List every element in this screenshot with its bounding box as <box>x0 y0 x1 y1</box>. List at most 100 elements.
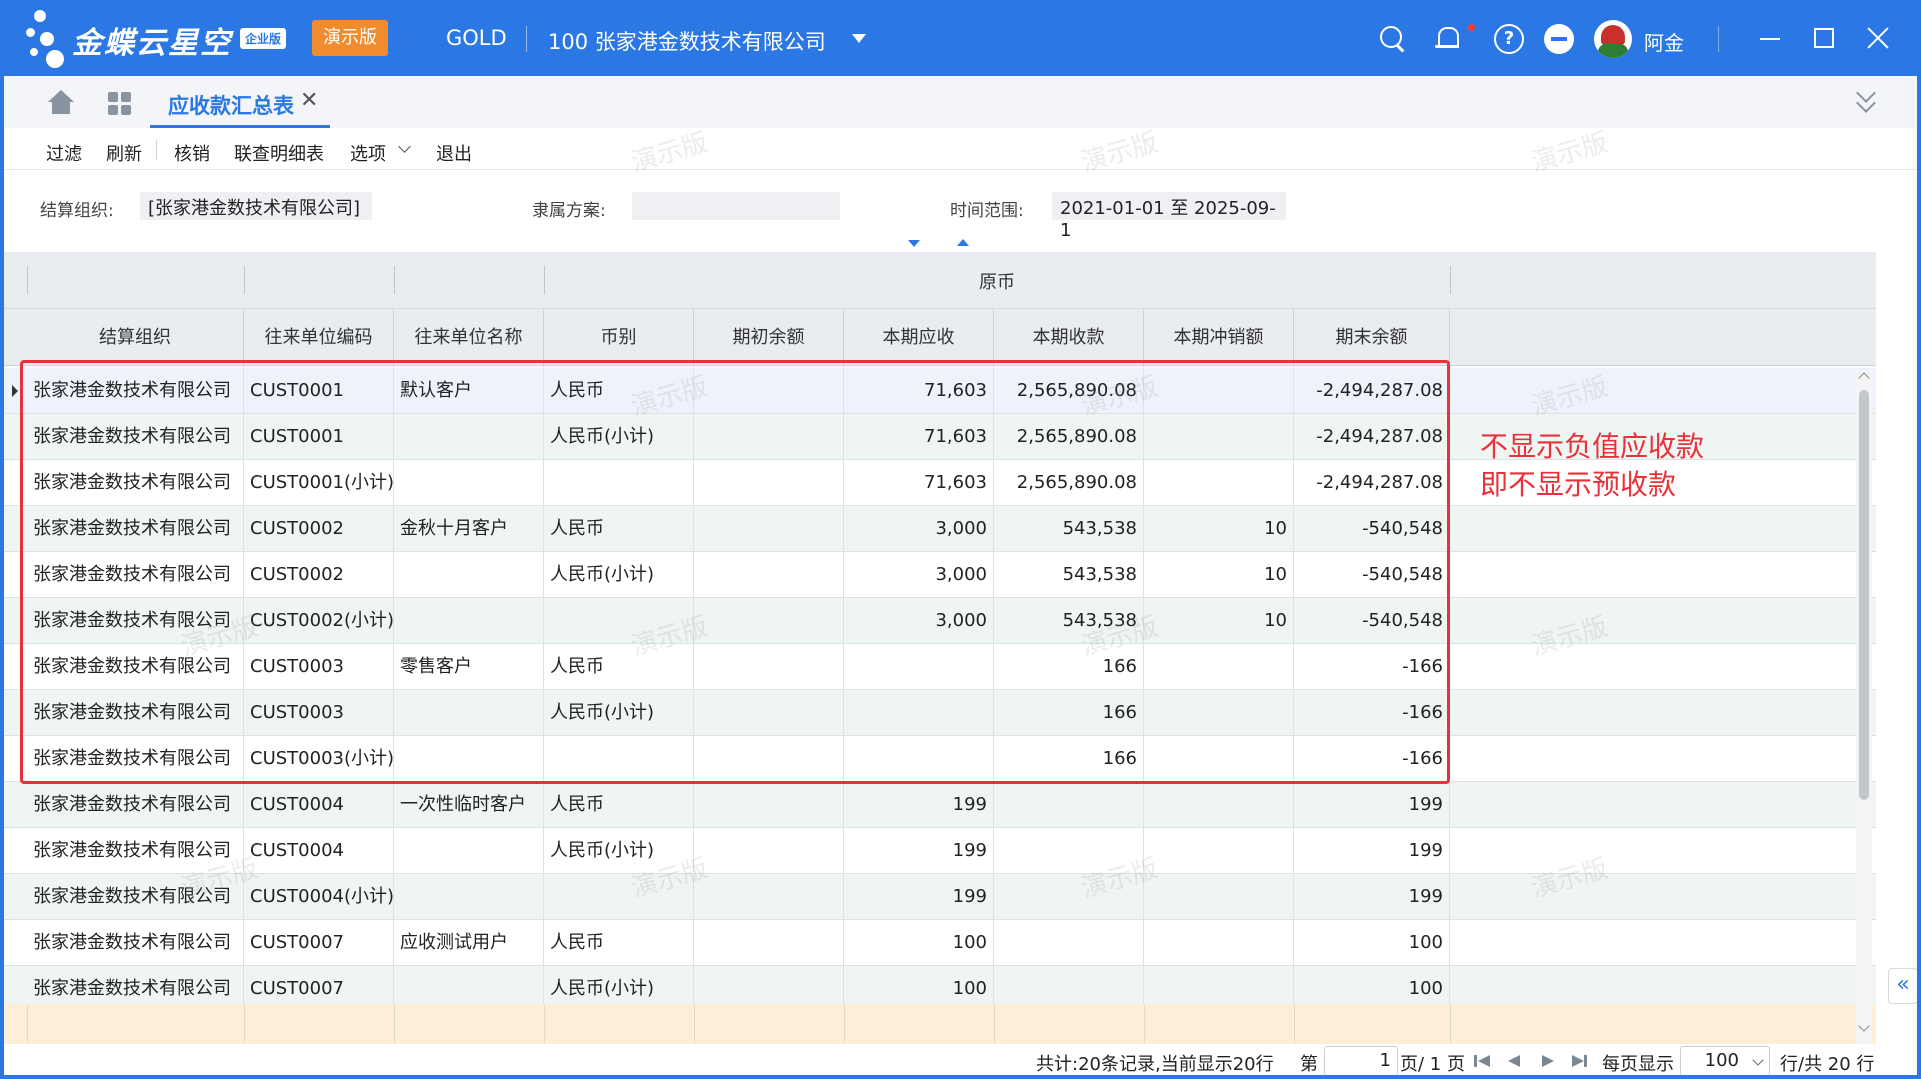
table-cell[interactable] <box>1144 736 1294 782</box>
table-cell[interactable] <box>1144 644 1294 690</box>
table-row[interactable]: 张家港金数技术有限公司 CUST0002 人民币(小计) 3,000 543,538 10… <box>4 552 1876 598</box>
table-cell[interactable]: 零售客户 <box>394 644 544 690</box>
table-cell[interactable]: CUST0003 <box>244 690 394 736</box>
table-cell[interactable]: 金秋十月客户 <box>394 506 544 552</box>
exit-button[interactable]: 退出 <box>436 140 472 166</box>
table-cell[interactable] <box>1144 414 1294 460</box>
table-cell[interactable] <box>694 460 844 506</box>
table-cell[interactable] <box>1144 874 1294 920</box>
table-cell[interactable] <box>394 552 544 598</box>
table-cell[interactable]: 100 <box>844 920 994 966</box>
detail-report-button[interactable]: 联查明细表 <box>234 140 324 166</box>
side-panel-toggle-icon[interactable]: « <box>1888 968 1918 1004</box>
table-cell[interactable] <box>694 874 844 920</box>
table-cell[interactable]: 199 <box>1294 874 1450 920</box>
table-cell[interactable]: 71,603 <box>844 414 994 460</box>
table-cell[interactable]: CUST0003 <box>244 644 394 690</box>
tab-receivable-summary[interactable]: 应收款汇总表 ✕ <box>150 76 330 128</box>
minus-circle-icon[interactable] <box>1544 24 1574 54</box>
table-cell[interactable] <box>694 782 844 828</box>
filter-button[interactable]: 过滤 <box>46 140 82 166</box>
table-cell[interactable] <box>1144 920 1294 966</box>
table-cell[interactable] <box>394 460 544 506</box>
table-cell[interactable] <box>544 598 694 644</box>
table-cell[interactable]: 人民币 <box>544 506 694 552</box>
table-row[interactable]: 张家港金数技术有限公司 CUST0004(小计) 199 199 <box>4 874 1876 920</box>
column-header[interactable]: 往来单位名称 <box>394 309 544 367</box>
prev-page-icon[interactable] <box>1508 1055 1520 1067</box>
avatar[interactable] <box>1594 20 1632 58</box>
table-cell[interactable]: 10 <box>1144 598 1294 644</box>
org-filter-value[interactable]: [张家港金数技术有限公司] <box>140 192 372 220</box>
table-cell[interactable]: CUST0007 <box>244 920 394 966</box>
table-cell[interactable]: 100 <box>1294 920 1450 966</box>
table-cell[interactable] <box>694 414 844 460</box>
table-cell[interactable] <box>544 736 694 782</box>
table-cell[interactable]: 3,000 <box>844 598 994 644</box>
table-cell[interactable]: 199 <box>844 874 994 920</box>
table-cell[interactable] <box>1144 690 1294 736</box>
refresh-button[interactable]: 刷新 <box>106 140 142 166</box>
table-cell[interactable]: 199 <box>1294 782 1450 828</box>
table-cell[interactable]: 71,603 <box>844 368 994 414</box>
table-row[interactable]: 张家港金数技术有限公司 CUST0003 零售客户 人民币 166 -166 <box>4 644 1876 690</box>
table-cell[interactable]: 应收测试用户 <box>394 920 544 966</box>
table-cell[interactable]: -540,548 <box>1294 598 1450 644</box>
table-cell[interactable]: 张家港金数技术有限公司 <box>27 782 244 828</box>
table-cell[interactable]: 199 <box>844 782 994 828</box>
table-cell[interactable] <box>1144 828 1294 874</box>
table-cell[interactable] <box>844 736 994 782</box>
first-page-icon[interactable] <box>1474 1055 1477 1067</box>
table-cell[interactable]: 张家港金数技术有限公司 <box>27 368 244 414</box>
table-cell[interactable]: 2,565,890.08 <box>994 460 1144 506</box>
table-cell[interactable]: 张家港金数技术有限公司 <box>27 598 244 644</box>
next-page-icon[interactable] <box>1542 1055 1554 1067</box>
table-cell[interactable]: 71,603 <box>844 460 994 506</box>
scroll-down-icon[interactable] <box>1858 1020 1870 1032</box>
table-row[interactable]: 张家港金数技术有限公司 CUST0001 默认客户 人民币 71,603 2,565,89… <box>4 368 1876 414</box>
window-close-icon[interactable] <box>1866 26 1890 50</box>
column-header[interactable]: 本期冲销额 <box>1144 309 1294 367</box>
table-row[interactable]: 张家港金数技术有限公司 CUST0004 人民币(小计) 199 199 <box>4 828 1876 874</box>
table-cell[interactable]: 人民币(小计) <box>544 414 694 460</box>
table-cell[interactable]: CUST0002 <box>244 552 394 598</box>
window-minimize-icon[interactable] <box>1760 38 1780 40</box>
table-cell[interactable]: 543,538 <box>994 506 1144 552</box>
column-header[interactable]: 期初余额 <box>694 309 844 367</box>
range-filter-value[interactable]: 2021-01-01 至 2025-09-1 <box>1052 192 1286 241</box>
column-header[interactable]: 期末余额 <box>1294 309 1450 367</box>
table-cell[interactable]: 543,538 <box>994 598 1144 644</box>
chevron-down-icon[interactable] <box>852 34 866 43</box>
table-cell[interactable] <box>394 598 544 644</box>
table-cell[interactable] <box>694 368 844 414</box>
table-row[interactable]: 张家港金数技术有限公司 CUST0002 金秋十月客户 人民币 3,000 543,538… <box>4 506 1876 552</box>
column-header[interactable]: 往来单位编码 <box>244 309 394 367</box>
last-page-icon[interactable] <box>1572 1055 1584 1067</box>
column-header[interactable]: 本期收款 <box>994 309 1144 367</box>
table-row[interactable]: 张家港金数技术有限公司 CUST0007 应收测试用户 人民币 100 100 <box>4 920 1876 966</box>
column-header[interactable]: 本期应收 <box>844 309 994 367</box>
writeoff-button[interactable]: 核销 <box>174 140 210 166</box>
table-cell[interactable]: CUST0004 <box>244 782 394 828</box>
table-cell[interactable] <box>994 874 1144 920</box>
app-grid-icon[interactable] <box>108 92 132 116</box>
column-header[interactable]: 币别 <box>544 309 694 367</box>
username[interactable]: 阿金 <box>1644 27 1684 56</box>
window-maximize-icon[interactable] <box>1814 28 1834 48</box>
table-cell[interactable]: 3,000 <box>844 506 994 552</box>
table-cell[interactable] <box>544 460 694 506</box>
table-cell[interactable]: -166 <box>1294 644 1450 690</box>
table-row[interactable]: 张家港金数技术有限公司 CUST0003 人民币(小计) 166 -166 <box>4 690 1876 736</box>
table-cell[interactable]: 199 <box>844 828 994 874</box>
table-cell[interactable] <box>994 782 1144 828</box>
scrollbar-thumb[interactable] <box>1859 390 1869 800</box>
table-cell[interactable]: CUST0004 <box>244 828 394 874</box>
table-cell[interactable]: 张家港金数技术有限公司 <box>27 506 244 552</box>
table-cell[interactable]: CUST0003(小计) <box>244 736 394 782</box>
table-cell[interactable]: 166 <box>994 644 1144 690</box>
table-cell[interactable] <box>694 920 844 966</box>
table-cell[interactable]: 2,565,890.08 <box>994 368 1144 414</box>
scroll-up-icon[interactable] <box>1858 372 1870 384</box>
table-cell[interactable]: CUST0002 <box>244 506 394 552</box>
table-cell[interactable]: -166 <box>1294 690 1450 736</box>
